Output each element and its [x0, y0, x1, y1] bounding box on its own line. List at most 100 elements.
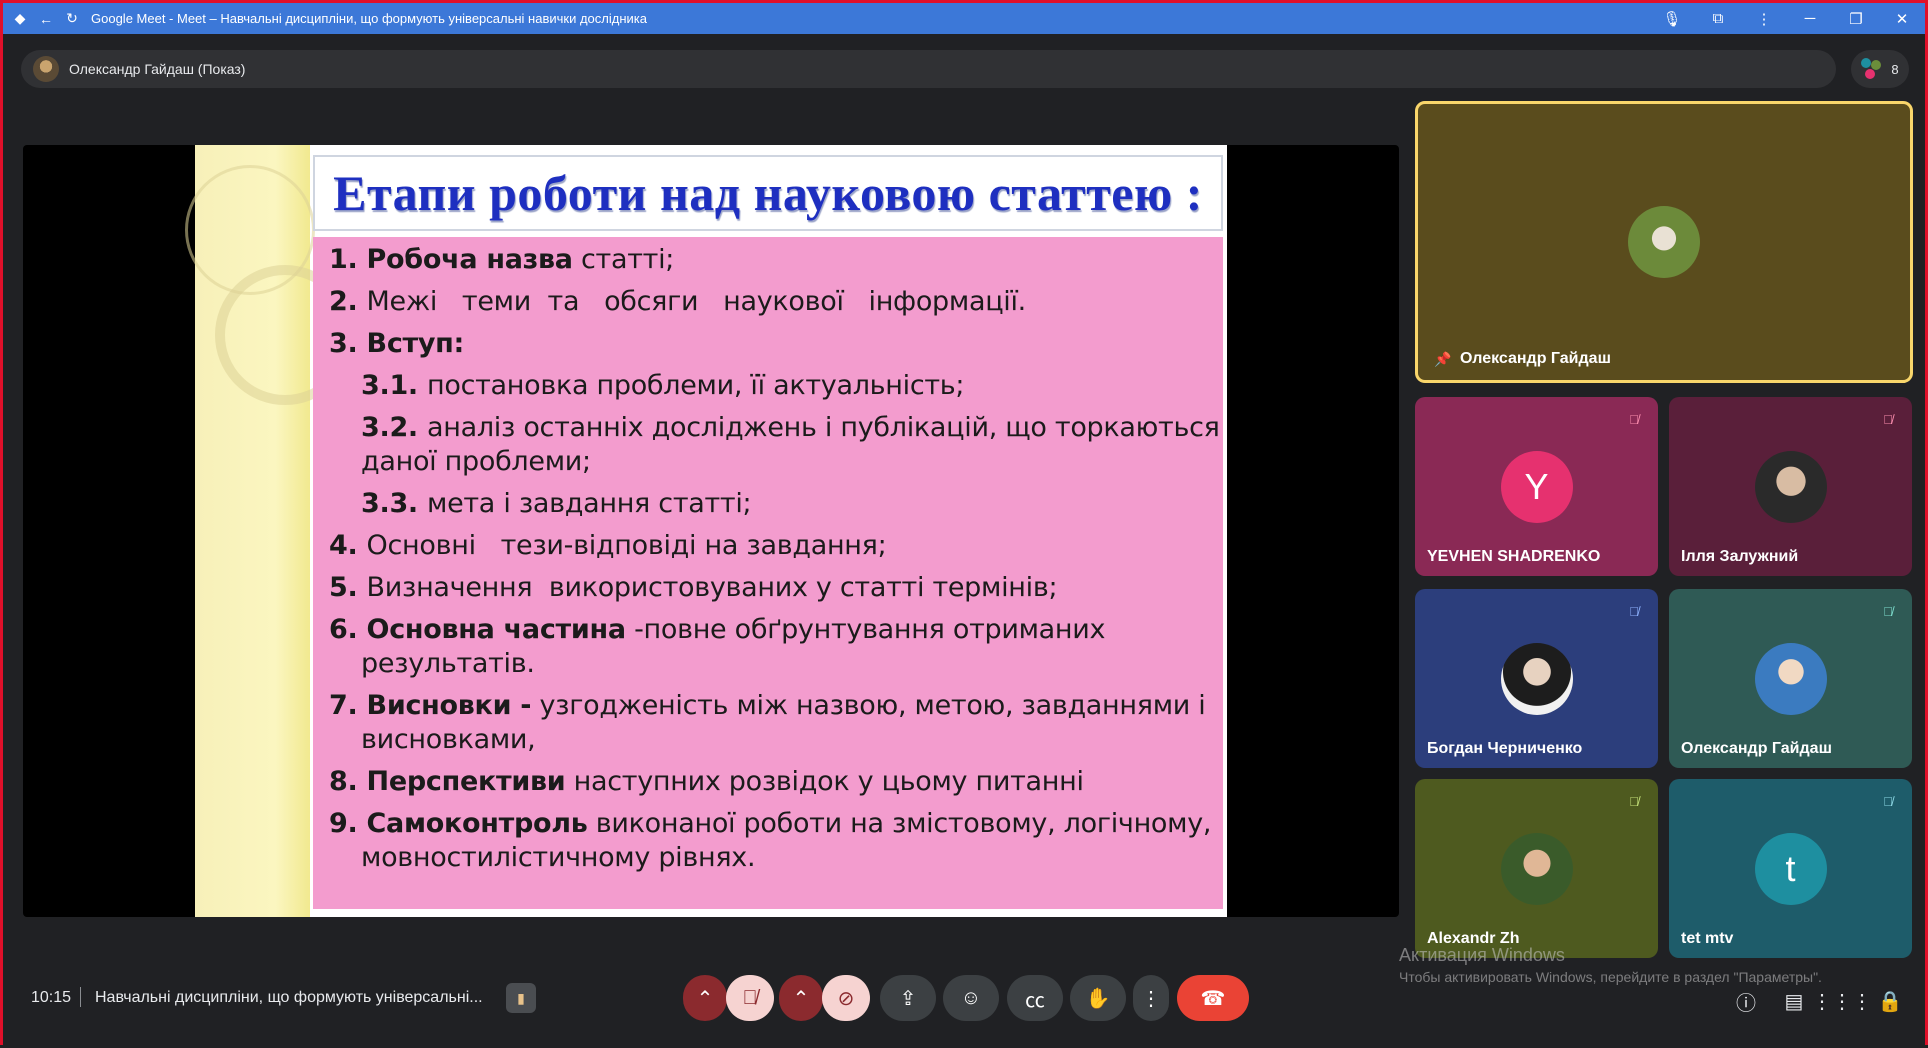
participant-tile[interactable]: 🎙̸ Ілля Залужний — [1669, 397, 1912, 576]
hang-up-icon: ☎ — [1200, 987, 1226, 1010]
more-options-button[interactable]: ⋮ — [1133, 975, 1169, 1021]
participant-name: Богдан Черниченко — [1427, 740, 1583, 757]
slide-list-item: 8. Перспективи наступних розвідок у цьом… — [329, 765, 1223, 799]
menu-icon[interactable]: ⋮ — [1741, 3, 1787, 34]
slide-list-item: 4. Основні тези-відповіді на завдання; — [329, 529, 1223, 563]
apps-grid-icon: ⋮⋮⋮ — [1812, 990, 1872, 1013]
meeting-info-button[interactable]: ⓘ — [1730, 985, 1762, 1017]
item-text: виконаної роботи на змістовому, логічном… — [587, 808, 1212, 839]
audio-options-button[interactable]: ⌃ — [683, 975, 727, 1021]
item-bold-text: Перспективи — [366, 766, 566, 797]
item-text: аналіз останніх досліджень і публікацій,… — [427, 412, 1220, 443]
mic-off-icon: 🎙̸ — [1629, 603, 1639, 619]
item-number: 1. — [329, 244, 367, 275]
participant-tile[interactable]: 🎙̸ t tet mtv — [1669, 779, 1912, 958]
participant-tile[interactable]: 🎙̸ Олександр Гайдаш — [1669, 589, 1912, 768]
slide-title-box: Етапи роботи над науковою статтею : — [313, 155, 1223, 231]
present-screen-button[interactable]: ⇪ — [880, 975, 936, 1021]
participant-name: Олександр Гайдаш — [1460, 350, 1611, 367]
item-number: 3.2. — [361, 412, 427, 443]
present-icon: ⇪ — [899, 987, 917, 1010]
activities-button[interactable]: ⋮⋮⋮ — [1812, 985, 1872, 1017]
participant-tile[interactable]: 🎙̸ Alexandr Zh — [1415, 779, 1658, 958]
item-text: постановка проблеми, її актуальність; — [427, 370, 965, 401]
slide-list: 1. Робоча назва статті; 2. Межі теми та о… — [329, 243, 1223, 875]
mic-off-icon: 🎙̸ — [1629, 793, 1639, 809]
camera-toggle-button[interactable]: ⊘ — [822, 975, 870, 1021]
avatar — [1754, 642, 1827, 715]
pin-icon: 📌 — [1434, 351, 1452, 367]
presenter-label: Олександр Гайдаш (Показ) — [69, 61, 246, 77]
item-text: мета і завдання статті; — [427, 488, 752, 519]
item-number: 3.1. — [361, 370, 427, 401]
slide-decor-strip — [185, 145, 355, 917]
meeting-details-icon[interactable]: ▮ — [506, 983, 536, 1013]
more-vert-icon: ⋮ — [1141, 987, 1161, 1010]
mic-icon[interactable]: 🎙 — [1649, 3, 1695, 34]
call-controls-bar: 10:15 Навчальні дисципліни, що формують … — [3, 971, 1925, 1048]
item-number: 4. — [329, 530, 367, 561]
app-icon: ◆ — [14, 10, 26, 26]
extension-icon[interactable]: ⧉ — [1695, 3, 1741, 34]
item-bold-text: Вступ: — [366, 328, 465, 359]
mic-off-icon: 🎙̸ — [1629, 411, 1639, 427]
participant-name: YEVHEN SHADRENKO — [1427, 548, 1601, 565]
item-continuation: результатів. — [361, 648, 535, 679]
item-text: узгодженість між назвою, метою, завдання… — [531, 690, 1206, 721]
slide-list-item: 3.3. мета і завдання статті; — [361, 487, 1223, 521]
reactions-button[interactable]: ☺ — [943, 975, 999, 1021]
meeting-title: Навчальні дисципліни, що формують універ… — [95, 989, 483, 1006]
item-number: 2. — [329, 286, 367, 317]
item-number: 5. — [329, 572, 367, 603]
mic-off-icon: 🎙̸ — [742, 986, 758, 1009]
people-count: 8 — [1891, 61, 1899, 77]
participant-name: Ілля Залужний — [1681, 548, 1799, 565]
title-bar: ◆ ← ↻ Google Meet - Meet – Навчальні дис… — [3, 3, 1925, 34]
item-text: Межі теми та обсяги наукової інформації. — [366, 286, 1027, 317]
clock: 10:15 — [31, 989, 72, 1006]
reload-icon[interactable]: ↻ — [63, 10, 81, 28]
participant-name: Олександр Гайдаш — [1681, 740, 1832, 757]
participant-tile[interactable]: 🎙̸ Богдан Черниченко — [1415, 589, 1658, 768]
chat-button[interactable]: ▤ — [1778, 985, 1810, 1017]
slide-list-item: 3.1. постановка проблеми, її актуальніст… — [361, 369, 1223, 403]
minimize-icon[interactable]: ─ — [1787, 3, 1833, 34]
participant-tile[interactable]: 🎙̸ Y YEVHEN SHADRENKO — [1415, 397, 1658, 576]
lock-person-icon: 🔒 — [1877, 990, 1903, 1013]
item-bold-text: Самоконтроль — [366, 808, 588, 839]
captions-button[interactable]: ㏄ — [1007, 975, 1063, 1021]
item-text: наступних розвідок у цьому питанні — [565, 766, 1084, 797]
slide-list-item: 6. Основна частина -повне обґрунтування … — [329, 613, 1223, 681]
item-text: -повне обґрунтування отриманих — [625, 614, 1106, 645]
item-continuation: мовностилістичному рівнях. — [361, 842, 756, 873]
item-number: 3.3. — [361, 488, 427, 519]
slide-list-item: 2. Межі теми та обсяги наукової інформац… — [329, 285, 1223, 319]
chevron-up-icon: ⌃ — [696, 987, 714, 1010]
captions-icon: ㏄ — [1025, 989, 1045, 1012]
hand-icon: ✋ — [1085, 987, 1111, 1010]
item-number: 6. — [329, 614, 367, 645]
emoji-icon: ☺ — [960, 986, 982, 1009]
maximize-icon[interactable]: ❐ — [1833, 3, 1879, 34]
slide-list-item: 3. Вступ: — [329, 327, 1223, 361]
item-number: 8. — [329, 766, 367, 797]
people-button[interactable]: 8 — [1851, 50, 1909, 88]
item-bold-text: Робоча назва — [366, 244, 573, 275]
video-options-button[interactable]: ⌃ — [779, 975, 823, 1021]
item-number: 3. — [329, 328, 367, 359]
mic-toggle-button[interactable]: 🎙̸ — [726, 975, 774, 1021]
participant-tile-pinned[interactable]: 📌 Олександр Гайдаш — [1415, 101, 1913, 383]
mic-off-icon: 🎙̸ — [1883, 411, 1893, 427]
back-icon[interactable]: ← — [37, 10, 55, 28]
presentation-stage: Етапи роботи над науковою статтею : 1. Р… — [23, 145, 1399, 917]
raise-hand-button[interactable]: ✋ — [1070, 975, 1126, 1021]
chat-icon: ▤ — [1784, 990, 1804, 1013]
host-controls-button[interactable]: 🔒 — [1874, 985, 1906, 1017]
camera-off-icon: ⊘ — [837, 987, 855, 1010]
info-icon: ⓘ — [1736, 992, 1756, 1015]
leave-call-button[interactable]: ☎ — [1177, 975, 1249, 1021]
avatar — [1754, 450, 1827, 523]
chevron-up-icon: ⌃ — [792, 987, 810, 1010]
avatar — [1500, 642, 1573, 715]
close-icon[interactable]: ✕ — [1879, 3, 1925, 34]
